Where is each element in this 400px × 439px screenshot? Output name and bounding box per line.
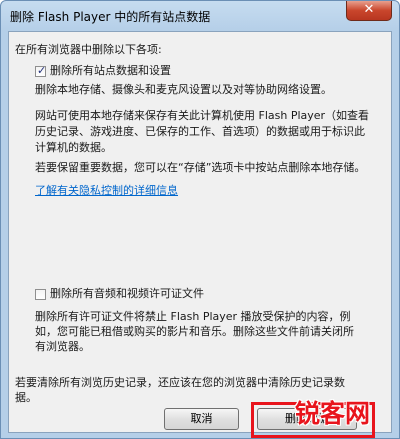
site-data-label[interactable]: 删除所有站点数据和设置 <box>50 63 171 79</box>
licenses-desc-line-2: 如，您可能已租借或购买的影片和音乐。删除这些文件前请关闭所 <box>35 325 354 338</box>
licenses-label[interactable]: 删除所有音频和视频许可证文件 <box>50 286 204 302</box>
licenses-desc-line-3: 有浏览器。 <box>35 340 90 353</box>
watermark-logo: 锐客网 <box>295 399 371 428</box>
site-data-description: 删除本地存储、摄像头和麦克风设置以及对等协助网络设置。 <box>35 83 332 96</box>
footer-note-line-2: 据。 <box>15 391 37 404</box>
close-button[interactable]: ✕ <box>346 1 392 21</box>
licenses-desc-line-1: 删除所有许可证文件将禁止 Flash Player 播放受保护的内容，例 <box>35 310 351 323</box>
info-line-2: 历史记录、游戏进度、已保存的工作、首选项）的数据或用于标识此 <box>35 125 365 138</box>
keep-data-note: 若要保留重要数据，您可以在“存储”选项卡中按站点删除本地存储。 <box>35 161 366 174</box>
dialog-heading: 在所有浏览器中删除以下各项: <box>15 43 162 56</box>
privacy-link[interactable]: 了解有关隐私控制的详细信息 <box>35 183 178 199</box>
footer-note-line-1: 若要清除所有浏览历史记录，还应该在您的浏览器中清除历史记录数 <box>15 376 345 389</box>
cancel-button[interactable]: 取消 <box>164 408 239 430</box>
dialog-window: 删除 Flash Player 中的所有站点数据 ✕ 在所有浏览器中删除以下各项… <box>0 0 400 439</box>
checkmark-icon: ✓ <box>37 64 47 77</box>
site-data-checkbox[interactable]: ✓ <box>35 64 47 77</box>
window-title: 删除 Flash Player 中的所有站点数据 <box>10 10 211 24</box>
dialog-body: 在所有浏览器中删除以下各项: ✓ 删除所有站点数据和设置 删除本地存储、摄像头和… <box>8 31 392 433</box>
licenses-checkbox[interactable] <box>35 289 46 300</box>
close-icon: ✕ <box>363 2 375 17</box>
title-bar[interactable]: 删除 Flash Player 中的所有站点数据 ✕ <box>1 1 399 31</box>
info-line-3: 计算机的数据。 <box>35 141 112 154</box>
info-line-1: 网站可使用本地存储来保存有关此计算机使用 Flash Player（如查看 <box>35 109 370 122</box>
